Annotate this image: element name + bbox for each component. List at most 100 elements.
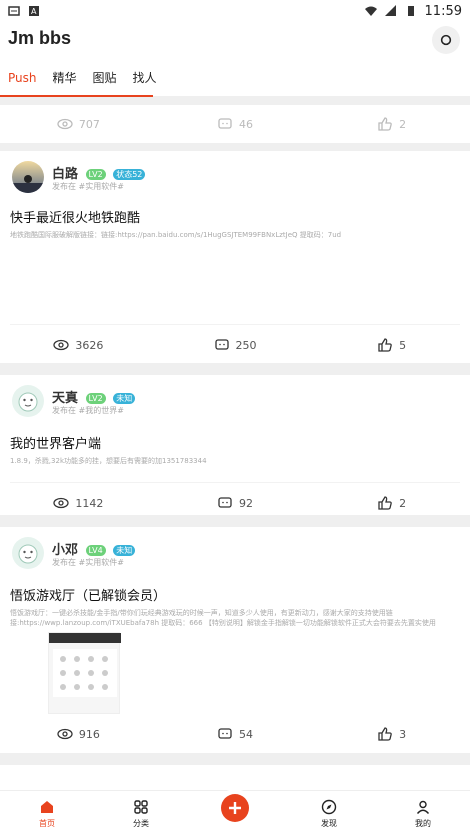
views-count: 1142 [75, 496, 104, 510]
post-title[interactable]: 悟饭游戏厅（已解锁会员） [0, 579, 470, 604]
likes-stat[interactable]: 2 [313, 495, 470, 511]
likes-stat[interactable]: 3 [313, 726, 470, 742]
app-bar: Jm bbs Push 精华 图贴 找人 [0, 22, 470, 96]
status-time: 11:59 [424, 3, 462, 19]
search-button[interactable] [432, 26, 460, 54]
nav-publish[interactable] [188, 791, 282, 837]
search-icon [440, 34, 452, 46]
post-body[interactable]: 地铁跑酷国际服破解版链接：链接:https://pan.baidu.com/s/… [0, 226, 470, 324]
views-count: 707 [78, 117, 100, 131]
username-text[interactable]: 小邓 [52, 543, 78, 558]
username[interactable]: 小邓 LV4 未知 [52, 539, 136, 558]
battery-icon [405, 5, 417, 17]
eye-icon [53, 497, 69, 509]
views-stat: 707 [0, 116, 157, 132]
signal-icon [384, 5, 397, 17]
likes-stat[interactable]: 2 [313, 116, 470, 132]
post-feed[interactable]: 707 46 2 白路 LV2 状态52 发布在 #实用软件# 快手最近很火地铁… [0, 97, 470, 790]
username[interactable]: 白路 LV2 状态52 [52, 163, 146, 182]
nav-category-label: 分类 [133, 819, 149, 828]
post-header: 天真 LV2 未知 发布在 #我的世界# [0, 375, 470, 427]
likes-stat[interactable]: 5 [313, 337, 470, 353]
views-stat: 3626 [0, 337, 157, 353]
post-stats: 3626 250 5 [0, 325, 470, 365]
post-body[interactable]: 1.8.9，杀戮,32k功能多的挂，想要后有需要的加1351783344 [0, 452, 470, 482]
status-bar: A 11:59 [0, 0, 470, 22]
posted-in[interactable]: 发布在 #我的世界# [52, 405, 124, 416]
eye-icon [57, 728, 73, 740]
level-badge: LV2 [85, 393, 106, 404]
tab-bar: Push 精华 图贴 找人 [0, 68, 165, 96]
status-badge: 未知 [113, 393, 136, 404]
views-stat: 1142 [0, 495, 157, 511]
comments-count: 46 [239, 117, 253, 131]
wifi-icon [364, 5, 377, 17]
nav-mine-label: 我的 [415, 819, 431, 828]
username[interactable]: 天真 LV2 未知 [52, 387, 136, 406]
comment-icon [218, 728, 232, 739]
avatar[interactable] [12, 161, 44, 193]
avatar[interactable] [12, 385, 44, 417]
bottom-nav: 首页 分类 发现 我的 [0, 790, 470, 837]
eye-icon [53, 339, 69, 351]
comment-icon [214, 339, 229, 350]
comments-stat[interactable]: 92 [157, 495, 314, 511]
posted-in[interactable]: 发布在 #实用软件# [52, 557, 124, 568]
tab-find-people[interactable]: 找人 [125, 68, 165, 96]
likes-count: 2 [399, 117, 407, 131]
post-body[interactable]: 悟饭游戏厅：一键必杀技能/金手指/带你们玩经典游戏玩的时候一声，知道多少人使用，… [0, 604, 470, 628]
level-badge: LV2 [85, 169, 106, 180]
comments-stat[interactable]: 250 [157, 337, 314, 353]
tab-featured[interactable]: 精华 [45, 68, 85, 96]
post-card[interactable]: 白路 LV2 状态52 发布在 #实用软件# 快手最近很火地铁跑酷 地铁跑酷国际… [0, 151, 470, 363]
likes-count: 3 [399, 727, 407, 741]
nav-home[interactable]: 首页 [0, 791, 94, 837]
add-post-button[interactable] [221, 794, 249, 822]
comments-count: 92 [239, 496, 253, 510]
post-title[interactable]: 快手最近很火地铁跑酷 [0, 203, 470, 226]
avatar[interactable] [12, 537, 44, 569]
status-badge: 未知 [113, 545, 136, 556]
comments-stat[interactable]: 54 [157, 726, 314, 742]
post-card[interactable] [0, 765, 470, 790]
thumbs-up-icon [378, 496, 392, 510]
views-stat: 916 [0, 726, 157, 742]
svg-text:A: A [31, 7, 37, 16]
post-card[interactable]: 天真 LV2 未知 发布在 #我的世界# 我的世界客户端 1.8.9，杀戮,32… [0, 375, 470, 515]
post-stats: 707 46 2 [0, 105, 470, 143]
tab-image-posts[interactable]: 图贴 [85, 68, 125, 96]
post-image[interactable] [48, 632, 121, 714]
comments-stat[interactable]: 46 [157, 116, 314, 132]
app-title: Jm bbs [8, 28, 72, 48]
post-title[interactable]: 我的世界客户端 [0, 427, 470, 452]
comment-icon [218, 118, 232, 129]
likes-count: 5 [399, 338, 407, 352]
tab-push[interactable]: Push [0, 68, 45, 96]
app-icon: A [28, 5, 40, 17]
post-header: 白路 LV2 状态52 发布在 #实用软件# [0, 151, 470, 203]
notification-icon [8, 5, 20, 17]
user-icon [416, 800, 430, 814]
nav-mine[interactable]: 我的 [376, 791, 470, 837]
comments-count: 250 [235, 338, 257, 352]
comment-icon [218, 497, 232, 508]
post-header: 小邓 LV4 未知 发布在 #实用软件# [0, 527, 470, 579]
likes-count: 2 [399, 496, 407, 510]
eye-icon [57, 118, 73, 130]
grid-icon [134, 800, 148, 814]
post-stats: 1142 92 2 [0, 483, 470, 523]
thumbs-up-icon [378, 117, 392, 131]
post-card[interactable]: 小邓 LV4 未知 发布在 #实用软件# 悟饭游戏厅（已解锁会员） 悟饭游戏厅：… [0, 527, 470, 753]
views-count: 916 [78, 727, 100, 741]
nav-home-label: 首页 [39, 819, 55, 828]
nav-discover[interactable]: 发现 [282, 791, 376, 837]
username-text[interactable]: 天真 [52, 391, 78, 406]
compass-icon [321, 799, 337, 815]
post-card[interactable]: 707 46 2 [0, 105, 470, 143]
nav-category[interactable]: 分类 [94, 791, 188, 837]
post-stats: 916 54 3 [0, 714, 470, 754]
username-text[interactable]: 白路 [52, 167, 78, 182]
posted-in[interactable]: 发布在 #实用软件# [52, 181, 124, 192]
status-badge: 状态52 [113, 169, 146, 180]
views-count: 3626 [75, 338, 104, 352]
